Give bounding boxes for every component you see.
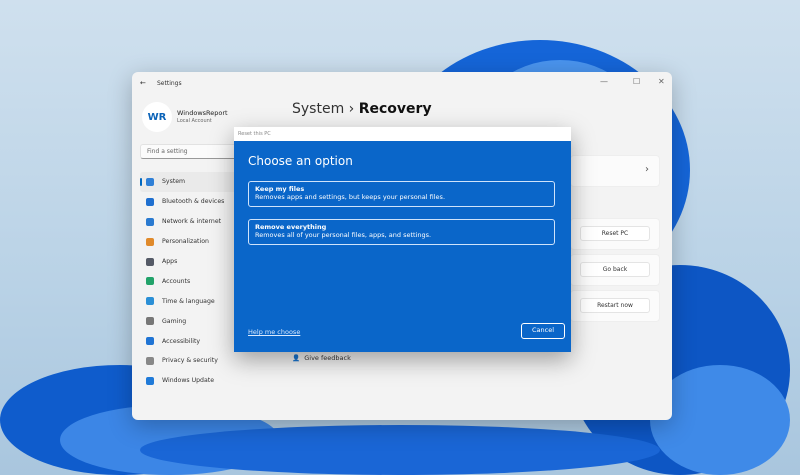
feedback-label: Give feedback — [304, 354, 351, 362]
minimize-button[interactable]: — — [600, 77, 608, 86]
keep-my-files-option[interactable]: Keep my files Removes apps and settings,… — [248, 181, 555, 207]
sidebar-item-label: Time & language — [162, 297, 215, 305]
sidebar-item-label: Gaming — [162, 317, 187, 325]
search-input[interactable]: Find a setting — [140, 144, 246, 159]
option-desc: Removes all of your personal files, apps… — [255, 231, 432, 239]
sidebar-item-label: Bluetooth & devices — [162, 198, 225, 206]
window-title: Settings — [157, 80, 182, 87]
nav-icon — [146, 376, 154, 385]
cancel-button[interactable]: Cancel — [521, 323, 565, 339]
remove-everything-option[interactable]: Remove everything Removes all of your pe… — [248, 219, 555, 245]
go-back-button[interactable]: Go back — [580, 262, 650, 277]
nav-icon — [146, 177, 154, 186]
nav-icon — [146, 317, 154, 326]
nav-icon — [146, 217, 154, 226]
breadcrumb: System › Recovery — [292, 101, 432, 117]
nav-icon — [146, 277, 154, 286]
feedback-icon: 👤 — [292, 354, 301, 362]
back-button[interactable]: ← — [140, 79, 146, 87]
sidebar-item-privacy-security[interactable]: Privacy & security — [140, 351, 250, 371]
avatar: WR — [142, 102, 172, 132]
nav-icon — [146, 356, 154, 365]
option-desc: Removes apps and settings, but keeps you… — [255, 193, 446, 201]
option-title: Keep my files — [255, 185, 305, 193]
sidebar-item-windows-update[interactable]: Windows Update — [140, 371, 250, 391]
nav-icon — [146, 257, 154, 266]
recovery-card[interactable]: › — [570, 155, 660, 187]
give-feedback-link[interactable]: 👤 Give feedback — [292, 354, 351, 362]
reset-pc-button[interactable]: Reset PC — [580, 226, 650, 241]
breadcrumb-separator: › — [348, 101, 355, 117]
maximize-button[interactable]: ☐ — [633, 77, 640, 86]
sidebar-item-label: Windows Update — [162, 377, 214, 385]
sidebar-item-label: Accounts — [162, 277, 191, 285]
reset-pc-dialog: Reset this PC Choose an option Keep my f… — [234, 127, 571, 352]
sidebar-item-label: Personalization — [162, 238, 209, 246]
chevron-right-icon: › — [645, 164, 649, 175]
dialog-title: Reset this PC — [234, 127, 571, 141]
restart-now-button[interactable]: Restart now — [580, 298, 650, 313]
page-title: Recovery — [358, 101, 432, 117]
account-type: Local Account — [177, 118, 212, 124]
user-name: WindowsReport — [177, 109, 228, 117]
sidebar-item-label: Accessibility — [162, 337, 201, 345]
title-bar: ← Settings — ☐ ✕ — [132, 72, 672, 96]
nav-icon — [146, 297, 154, 306]
sidebar-item-label: Network & internet — [162, 218, 222, 226]
close-button[interactable]: ✕ — [658, 77, 665, 86]
sidebar-item-label: Apps — [162, 258, 178, 265]
help-me-choose-link[interactable]: Help me choose — [248, 328, 300, 336]
nav-icon — [146, 197, 154, 206]
dialog-heading: Choose an option — [248, 154, 353, 168]
nav-icon — [146, 237, 154, 246]
nav-icon — [146, 337, 154, 346]
sidebar-item-label: System — [162, 178, 186, 186]
breadcrumb-parent[interactable]: System — [292, 101, 344, 117]
sidebar-item-label: Privacy & security — [162, 357, 218, 365]
option-title: Remove everything — [255, 223, 327, 231]
